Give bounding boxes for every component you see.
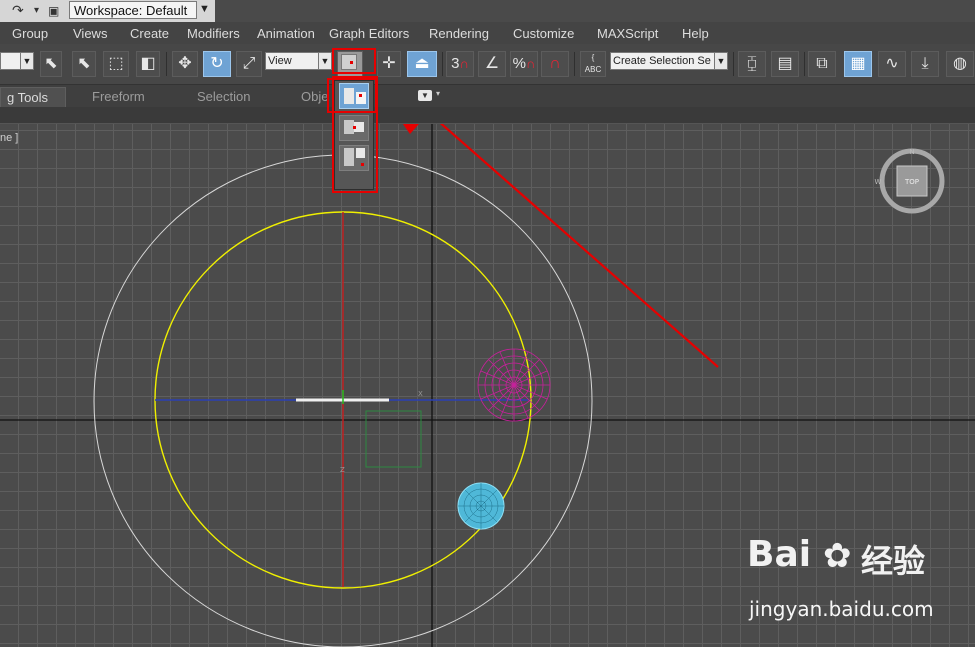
menu-animation[interactable]: Animation [257,26,315,41]
select-and-manipulate-icon[interactable]: ✛ [377,51,401,77]
reference-coordinate-system[interactable]: View [265,52,319,70]
baidu-watermark: Bai ✿ 经验 jingyan.baidu.com [745,534,975,647]
reference-coordinate-arrow-icon[interactable]: ▼ [318,52,332,70]
keyboard-shortcut-override-icon[interactable]: ⏏ [407,51,437,77]
scene-explorer-icon[interactable]: ▦ [844,51,872,77]
menu-group[interactable]: Group [12,26,48,41]
pivot-center-button-glyph [341,54,357,70]
select-by-name-icon[interactable]: ⬉ [72,51,96,77]
svg-text:N: N [909,148,914,156]
abc-label: ABC [584,65,602,74]
ribbon-minimize-icon[interactable]: ▼ [418,90,432,101]
snaps-toggle-icon[interactable]: 3∩ [446,51,474,77]
tab-freeform[interactable]: Freeform [92,87,145,106]
svg-text:W: W [875,178,882,186]
axis-z-text: Z [340,466,345,474]
select-and-move-icon[interactable]: ✥ [172,51,198,77]
named-selection-arrow-icon[interactable]: ▼ [714,52,728,70]
redo-icon[interactable]: ↷ [12,2,24,19]
baidu-logo-text: Bai [747,534,812,575]
flyout-highlight [332,76,378,193]
select-and-rotate-icon[interactable]: ↻ [203,51,231,77]
tab-selection[interactable]: Selection [197,87,250,106]
annotation-arrow [402,124,719,368]
menu-graph-editors[interactable]: Graph Editors [329,26,409,41]
project-folder-icon[interactable]: ▣ [48,4,59,18]
curve-editor-icon[interactable]: ∿ [878,51,906,77]
toolbar-separator [574,52,575,76]
percent-snap-label: % [512,55,526,72]
menu-rendering[interactable]: Rendering [429,26,489,41]
paw-icon: ✿ [823,537,852,575]
pivot-dot-icon [350,61,353,64]
baidu-logo-cn: 经验 [861,542,926,580]
axis-x-text: X [418,390,423,398]
viewcube[interactable]: TOP N W [875,148,945,214]
toolbar-separator [166,52,167,76]
ribbon-tab-bar: g Tools Freeform Selection Obje ▼ ▾ [0,85,975,108]
snap-dimension-label: 3 [451,55,460,72]
toolbar-separator [804,52,805,76]
menu-create[interactable]: Create [130,26,169,41]
menu-customize[interactable]: Customize [513,26,574,41]
window-crossing-icon[interactable]: ◧ [136,51,160,77]
mirror-icon[interactable]: ⧮ [738,51,766,77]
title-bar-dark-area [215,0,975,22]
menu-views[interactable]: Views [73,26,107,41]
percent-snap-toggle-icon[interactable]: %∩ [510,51,538,77]
named-selection-sets-field[interactable]: Create Selection Se [610,52,716,70]
selection-filter-dropdown[interactable] [0,52,22,70]
menu-help[interactable]: Help [682,26,709,41]
watermark-url: jingyan.baidu.com [749,597,934,621]
ribbon-options-arrow-icon[interactable]: ▾ [436,89,440,98]
main-toolbar: ▼ ⬉ ⬉ ⬚ ◧ ✥ ↻ ⤢ View ▼ ✛ ⏏ 3∩ ∠ %∩ ∩ {AB… [0,44,975,85]
magenta-sphere[interactable] [477,348,551,422]
selection-filter-arrow-icon[interactable]: ▼ [20,52,34,70]
edit-named-selection-icon[interactable]: {ABC [580,51,606,77]
top-viewport[interactable]: ne ] X Z TOP N W Bai ✿ 经验 jingyan.baidu.… [0,124,975,647]
toolbar-separator [733,52,734,76]
menu-modifiers[interactable]: Modifiers [187,26,240,41]
schematic-view-icon[interactable]: ⤓ [911,51,939,77]
align-icon[interactable]: ▤ [771,51,799,77]
select-and-scale-icon[interactable]: ⤢ [236,51,262,77]
material-editor-icon[interactable]: ◍ [946,51,974,77]
ribbon-panel-strip [0,107,975,124]
redo-dropdown-icon[interactable]: ▾ [34,5,39,16]
workspace-dropdown-icon[interactable]: ▼ [199,3,210,15]
toolbar-separator [442,52,443,76]
tab-modeling-tools[interactable]: g Tools [0,87,66,108]
spinner-snap-toggle-icon[interactable]: ∩ [541,51,569,77]
rectangular-selection-icon[interactable]: ⬚ [103,51,129,77]
tab-object-paint[interactable]: Obje [301,87,328,106]
workspace-selector[interactable]: Workspace: Default [69,1,197,19]
select-object-icon[interactable]: ⬉ [40,51,62,77]
angle-snap-toggle-icon[interactable]: ∠ [478,51,506,77]
menu-maxscript[interactable]: MAXScript [597,26,658,41]
viewcube-top-label: TOP [904,178,919,186]
cyan-sphere[interactable] [457,482,505,530]
title-bar: ↷ ▾ ▣ Workspace: Default ▼ [0,0,975,23]
layer-manager-icon[interactable]: ⧉ [808,51,836,77]
menu-bar: Group Views Create Modifiers Animation G… [0,22,975,44]
